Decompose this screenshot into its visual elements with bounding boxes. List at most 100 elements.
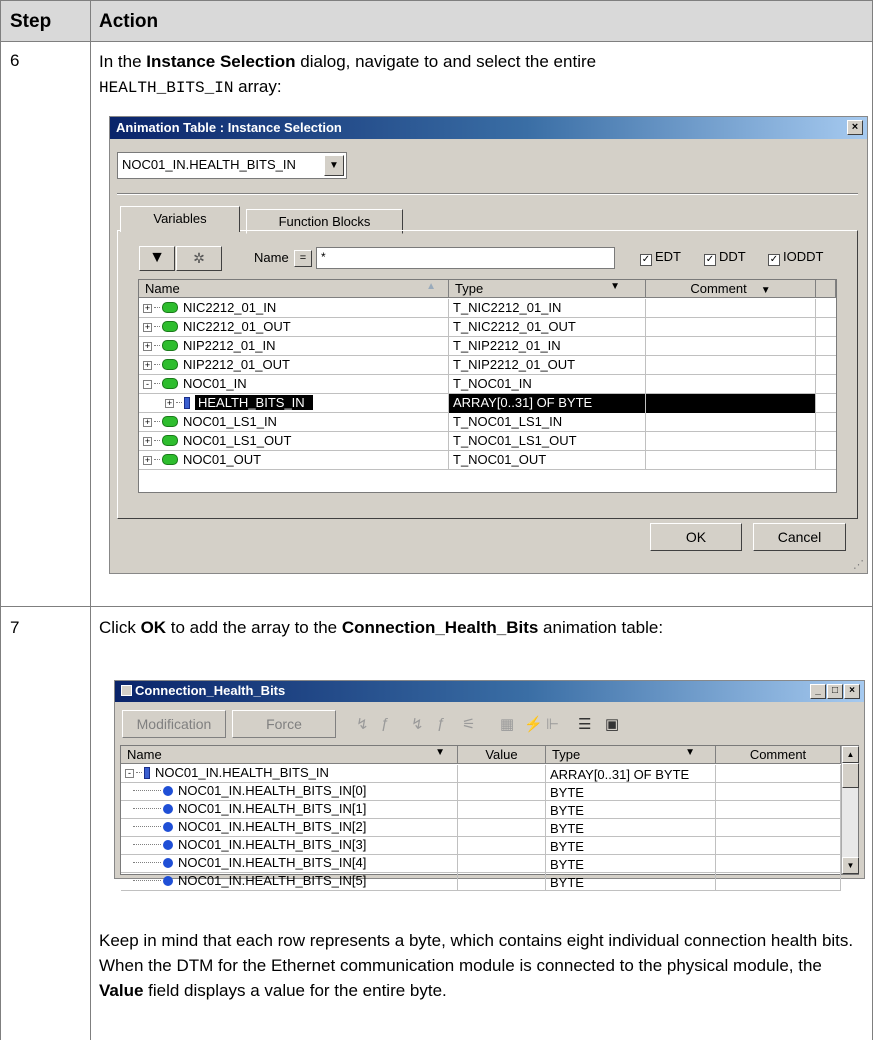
comment-cell[interactable] (716, 765, 841, 783)
window-icon (121, 685, 132, 696)
scroll-down-icon[interactable]: ▼ (842, 857, 859, 874)
column-header-name[interactable]: Name ▲ (139, 280, 449, 298)
column-header-name[interactable]: Name ▼ (121, 746, 458, 764)
variable-name: NIC2212_01_IN (183, 300, 277, 315)
display-format-icon[interactable]: ☰ (578, 715, 591, 733)
close-button[interactable]: × (844, 684, 860, 699)
table-row[interactable]: + NIP2212_01_OUT T_NIP2212_01_OUT (139, 356, 836, 375)
value-cell[interactable] (458, 819, 546, 837)
column-header-type[interactable]: Type ▼ (449, 280, 646, 298)
force-set-icon[interactable]: ↯ (411, 715, 424, 733)
unforce-icon[interactable]: ⚟ (462, 715, 475, 733)
variable-name: NOC01_IN.HEALTH_BITS_IN (155, 765, 329, 780)
resize-grip-icon[interactable]: ⋰ (853, 558, 864, 571)
name-operator-button[interactable]: = (294, 250, 312, 267)
value-cell[interactable] (458, 837, 546, 855)
expand-icon[interactable]: + (143, 456, 152, 465)
text: Click (99, 618, 141, 637)
gear-icon[interactable]: ✲ (176, 246, 222, 271)
modification-button[interactable]: Modification (122, 710, 226, 738)
ioddt-checkbox[interactable]: ✓ IODDT (768, 249, 823, 266)
column-header-comment[interactable]: Comment (716, 746, 841, 764)
expand-icon[interactable]: + (143, 342, 152, 351)
rt-icon[interactable]: ▣ (605, 715, 619, 733)
set-icon[interactable]: ↯ (356, 715, 369, 733)
expand-icon[interactable]: + (165, 399, 174, 408)
value-cell[interactable] (458, 801, 546, 819)
minimize-button[interactable]: _ (810, 684, 826, 699)
name-cell: NOC01_IN.HEALTH_BITS_IN[1] (121, 801, 458, 819)
value-cell[interactable] (458, 783, 546, 801)
comment-cell[interactable] (716, 819, 841, 837)
tab-variables[interactable]: Variables (120, 206, 240, 232)
cancel-button[interactable]: Cancel (753, 523, 846, 551)
lightning-icon[interactable]: ⚡ (524, 715, 543, 733)
ddt-checkbox[interactable]: ✓ DDT (704, 249, 746, 266)
table-row[interactable]: + NOC01_LS1_IN T_NOC01_LS1_IN (139, 413, 836, 432)
comment-cell[interactable] (716, 801, 841, 819)
variables-panel: ▼ ✲ Name = * ✓ EDT ✓ DDT ✓ IODDT Name ▲ Type… (117, 230, 858, 519)
name-filter-input[interactable]: * (316, 247, 615, 269)
scroll-thumb[interactable] (842, 763, 859, 788)
value-cell[interactable] (458, 855, 546, 873)
comment-cell (646, 432, 816, 451)
chevron-down-icon[interactable]: ▼ (324, 155, 344, 176)
filter-icon[interactable]: ▼ (139, 246, 175, 271)
table-row[interactable]: NOC01_IN.HEALTH_BITS_IN[5] BYTE (121, 873, 841, 891)
expand-icon[interactable]: + (143, 323, 152, 332)
type-cell: T_NOC01_LS1_IN (449, 413, 646, 432)
chevron-down-icon: ▼ (760, 285, 771, 296)
table-row[interactable]: + NIC2212_01_OUT T_NIC2212_01_OUT (139, 318, 836, 337)
instance-combo[interactable]: NOC01_IN.HEALTH_BITS_IN ▼ (117, 152, 347, 179)
collapse-icon[interactable]: - (125, 769, 134, 778)
table-row[interactable]: + NIC2212_01_IN T_NIC2212_01_IN (139, 299, 836, 318)
byte-icon (163, 858, 173, 868)
column-header-comment[interactable]: Comment ▼ (646, 280, 816, 298)
vertical-scrollbar[interactable]: ▲ ▼ (841, 746, 859, 874)
grid-icon[interactable]: ▦ (500, 715, 514, 733)
checkbox-label: DDT (719, 249, 746, 264)
table-row[interactable]: NOC01_IN.HEALTH_BITS_IN[2] BYTE (121, 819, 841, 837)
table-row[interactable]: NOC01_IN.HEALTH_BITS_IN[1] BYTE (121, 801, 841, 819)
reset-icon[interactable]: ƒ (381, 715, 389, 732)
edt-checkbox[interactable]: ✓ EDT (640, 249, 681, 266)
comment-cell[interactable] (716, 783, 841, 801)
table-row[interactable]: + NOC01_LS1_OUT T_NOC01_LS1_OUT (139, 432, 836, 451)
table-row[interactable]: + HEALTH_BITS_IN ARRAY[0..31] OF BYTE (139, 394, 836, 413)
maximize-button[interactable]: □ (827, 684, 843, 699)
table-row[interactable]: NOC01_IN.HEALTH_BITS_IN[0] BYTE (121, 783, 841, 801)
variable-name: NOC01_IN.HEALTH_BITS_IN[3] (178, 837, 367, 852)
expand-icon[interactable]: + (143, 361, 152, 370)
table-row[interactable]: - NOC01_IN.HEALTH_BITS_IN ARRAY[0..31] OF … (121, 765, 841, 783)
force-reset-icon[interactable]: ƒ (437, 715, 445, 732)
name-label: Name (254, 250, 289, 265)
column-header-type[interactable]: Type ▼ (546, 746, 716, 764)
close-button[interactable]: × (847, 120, 863, 135)
tree-line (154, 364, 160, 365)
table-row[interactable]: + NOC01_OUT T_NOC01_OUT (139, 451, 836, 470)
name-cell: + NIP2212_01_IN (139, 337, 449, 356)
table-row[interactable]: - NOC01_IN T_NOC01_IN (139, 375, 836, 394)
bracket-icon[interactable]: ⊩ (546, 715, 559, 733)
column-header-value[interactable]: Value (458, 746, 546, 764)
table-row[interactable]: + NIP2212_01_IN T_NIP2212_01_IN (139, 337, 836, 356)
table-name: Connection_Health_Bits (341, 618, 539, 637)
sort-asc-icon: ▲ (426, 281, 436, 292)
expand-icon[interactable]: + (143, 437, 152, 446)
expand-icon[interactable]: + (143, 304, 152, 313)
expand-icon[interactable]: + (143, 418, 152, 427)
comment-cell[interactable] (716, 837, 841, 855)
procedure-table: Step Action 6 In the Instance Selection … (0, 0, 873, 1040)
comment-cell[interactable] (716, 855, 841, 873)
type-cell: BYTE (546, 855, 716, 873)
comment-cell[interactable] (716, 873, 841, 891)
expand-icon[interactable]: - (143, 380, 152, 389)
table-row[interactable]: NOC01_IN.HEALTH_BITS_IN[3] BYTE (121, 837, 841, 855)
table-row[interactable]: NOC01_IN.HEALTH_BITS_IN[4] BYTE (121, 855, 841, 873)
value-cell[interactable] (458, 873, 546, 891)
value-cell[interactable] (458, 765, 546, 783)
scroll-up-icon[interactable]: ▲ (842, 746, 859, 763)
ddt-icon (162, 416, 178, 427)
ok-button[interactable]: OK (650, 523, 742, 551)
force-button[interactable]: Force (232, 710, 336, 738)
